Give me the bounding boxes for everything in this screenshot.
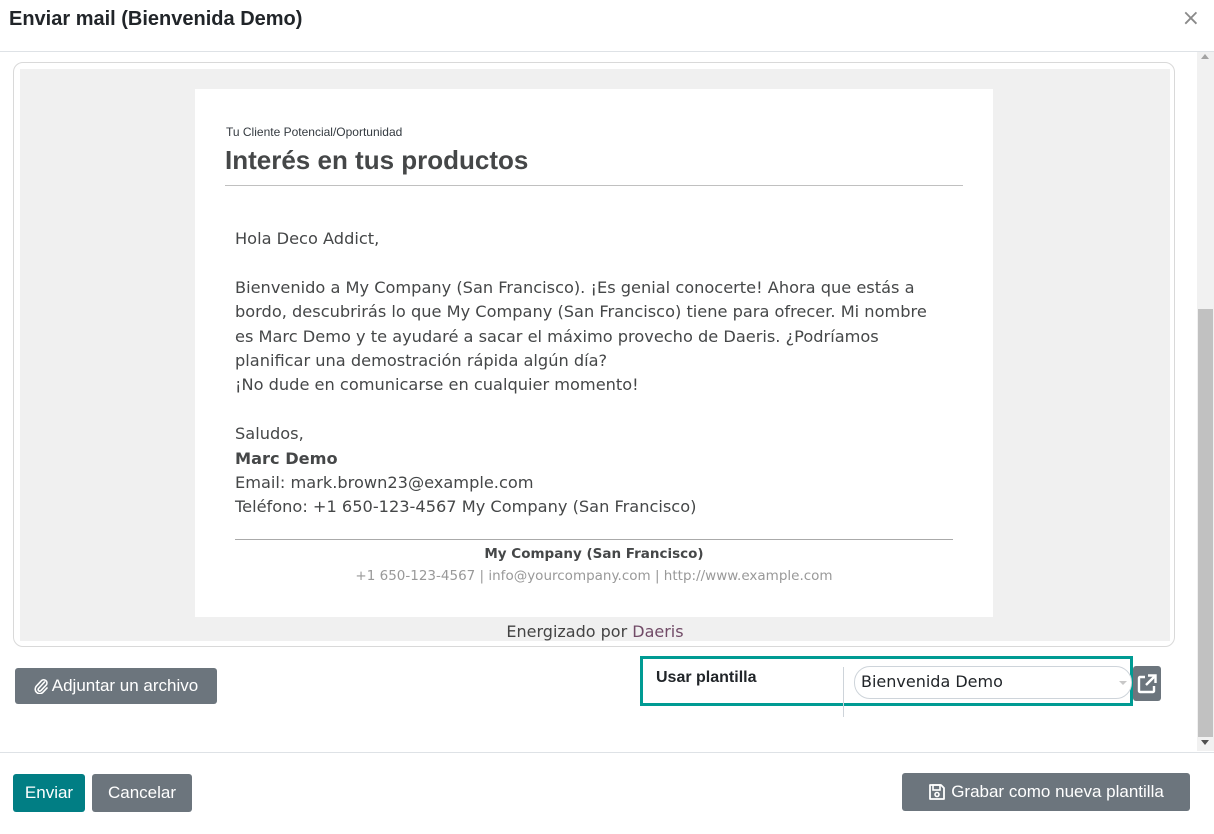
save-as-template-button[interactable]: Grabar como nueva plantilla <box>902 773 1190 811</box>
signature-email: Email: mark.brown23@example.com <box>235 473 534 492</box>
template-selector-group: Usar plantilla Bienvenida Demo <box>640 656 1133 717</box>
template-select-value: Bienvenida Demo <box>861 672 1003 691</box>
close-icon[interactable]: × <box>1182 6 1200 31</box>
scroll-down-arrow-icon[interactable] <box>1201 740 1209 745</box>
heading-divider <box>225 185 963 186</box>
email-body-line: es Marc Demo y te ayudaré a sacar el máx… <box>235 327 879 346</box>
footer-contact: +1 650-123-4567 | info@yourcompany.com |… <box>355 568 833 584</box>
email-body-line: bordo, descubrirás lo que My Company (Sa… <box>235 302 927 321</box>
powered-by-link[interactable]: Daeris <box>632 622 683 641</box>
email-breadcrumb: Tu Cliente Potencial/Oportunidad <box>226 125 403 139</box>
floppy-disk-icon <box>928 783 946 801</box>
dialog-footer: Enviar Cancelar Grabar como nueva planti… <box>0 752 1214 834</box>
dialog-body: Tu Cliente Potencial/Oportunidad Interés… <box>0 52 1214 751</box>
powered-by-prefix: Energizado por <box>506 622 628 641</box>
email-preview[interactable]: Tu Cliente Potencial/Oportunidad Interés… <box>195 89 993 617</box>
email-heading: Interés en tus productos <box>225 145 529 175</box>
open-template-button[interactable] <box>1133 666 1161 701</box>
save-as-template-label: Grabar como nueva plantilla <box>951 782 1164 801</box>
paperclip-icon <box>34 678 48 694</box>
dialog-header: Enviar mail (Bienvenida Demo) × <box>0 0 1214 52</box>
email-greeting: Hola Deco Addict, <box>235 229 380 248</box>
template-select[interactable]: Bienvenida Demo <box>854 666 1132 699</box>
template-divider <box>843 667 844 717</box>
email-editor-canvas: Tu Cliente Potencial/Oportunidad Interés… <box>20 69 1170 641</box>
signature-phone: Teléfono: +1 650-123-4567 My Company (Sa… <box>235 497 697 516</box>
email-closing: Saludos, <box>235 424 304 443</box>
send-button[interactable]: Enviar <box>13 774 85 812</box>
attach-file-button[interactable]: Adjuntar un archivo <box>15 668 217 704</box>
dialog-title: Enviar mail (Bienvenida Demo) <box>9 8 303 30</box>
footer-company: My Company (San Francisco) <box>484 546 704 562</box>
email-body-line: Bienvenido a My Company (San Francisco).… <box>235 278 915 297</box>
email-body-line: ¡No dude en comunicarse en cualquier mom… <box>235 375 639 394</box>
template-label: Usar plantilla <box>656 669 757 686</box>
powered-by: Energizado por Daeris <box>20 622 1170 641</box>
scroll-up-arrow-icon[interactable] <box>1201 54 1209 59</box>
chevron-down-icon <box>1119 681 1127 685</box>
cancel-button[interactable]: Cancelar <box>92 774 192 812</box>
attach-file-label: Adjuntar un archivo <box>51 676 199 695</box>
vertical-scrollbar[interactable] <box>1197 52 1214 751</box>
email-editor[interactable]: Tu Cliente Potencial/Oportunidad Interés… <box>13 62 1175 647</box>
external-link-icon <box>1136 673 1158 695</box>
scroll-thumb[interactable] <box>1198 309 1213 737</box>
signature-name: Marc Demo <box>235 449 338 468</box>
footer-divider <box>235 539 953 540</box>
email-body-line: planificar una demostración rápida algún… <box>235 351 608 370</box>
